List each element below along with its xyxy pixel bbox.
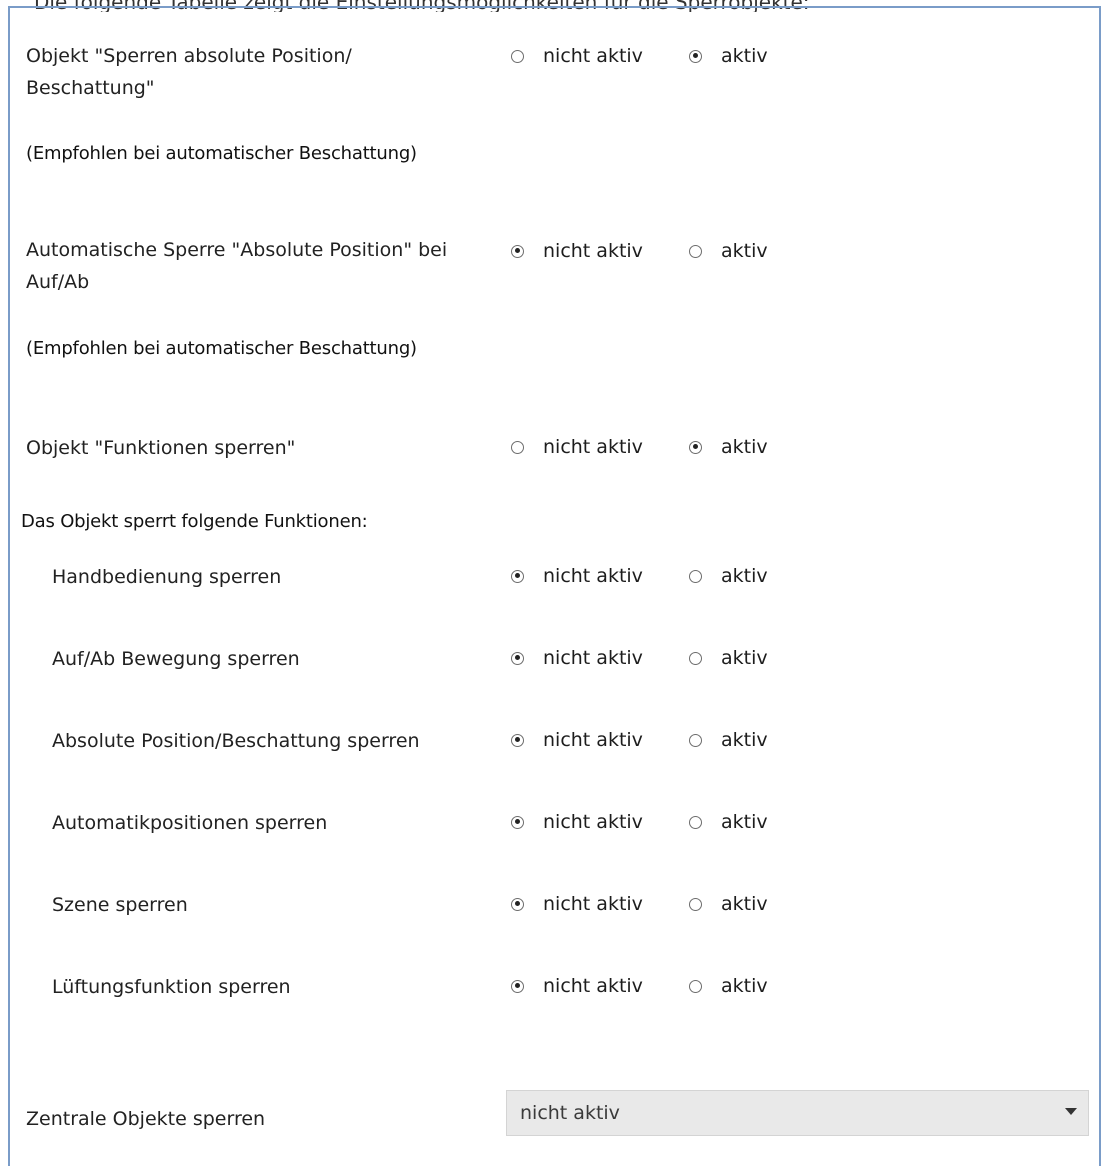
label-line-1: Automatische Sperre "Absolute Position" … — [26, 239, 448, 261]
recommendation-note-1: (Empfohlen bei automatischer Beschattung… — [26, 143, 417, 164]
radio-aktiv[interactable]: aktiv — [689, 975, 768, 997]
lock-item-radio-group: nicht aktiv aktiv — [511, 725, 768, 755]
radio-nicht-aktiv[interactable]: nicht aktiv — [511, 893, 689, 915]
radio-aktiv[interactable]: aktiv — [689, 565, 768, 587]
lock-item-radio-group: nicht aktiv aktiv — [511, 889, 768, 919]
radio-circle-icon — [689, 733, 702, 747]
radio-checked-icon — [511, 815, 524, 829]
radio-aktiv[interactable]: aktiv — [689, 647, 768, 669]
lock-item-label: Lüftungsfunktion sperren — [52, 976, 291, 998]
radio-aktiv[interactable]: aktiv — [689, 893, 768, 915]
radio-circle-icon — [689, 815, 702, 829]
radio-nicht-aktiv[interactable]: nicht aktiv — [511, 729, 689, 751]
lock-item-label: Auf/Ab Bewegung sperren — [52, 648, 300, 670]
lock-item-label: Absolute Position/Beschattung sperren — [52, 730, 420, 752]
lock-item-radio-group: nicht aktiv aktiv — [511, 643, 768, 673]
lock-item-radio-group: nicht aktiv aktiv — [511, 971, 768, 1001]
radio-checked-icon — [511, 244, 524, 258]
radio-aktiv[interactable]: aktiv — [689, 240, 768, 262]
radio-checked-icon — [511, 651, 524, 665]
radio-checked-icon — [511, 569, 524, 583]
radio-circle-icon — [689, 979, 702, 993]
radio-checked-icon — [689, 49, 702, 63]
dropdown-value: nicht aktiv — [520, 1102, 620, 1124]
radio-checked-icon — [511, 979, 524, 993]
radio-aktiv[interactable]: aktiv — [689, 729, 768, 751]
auto-lock-absolute-label: Automatische Sperre "Absolute Position" … — [26, 234, 447, 298]
central-objects-dropdown[interactable]: nicht aktiv — [506, 1090, 1089, 1136]
lock-item-label: Handbedienung sperren — [52, 566, 282, 588]
auto-lock-absolute-radio-group: nicht aktiv aktiv — [511, 236, 768, 266]
radio-circle-icon — [689, 569, 702, 583]
lock-item-label: Szene sperren — [52, 894, 188, 916]
lock-item-radio-group: nicht aktiv aktiv — [511, 807, 768, 837]
radio-checked-icon — [689, 440, 702, 454]
object-lock-position-radio-group: nicht aktiv aktiv — [511, 41, 768, 71]
radio-nicht-aktiv[interactable]: nicht aktiv — [511, 975, 689, 997]
radio-nicht-aktiv[interactable]: nicht aktiv — [511, 565, 689, 587]
label-line-1: Objekt "Sperren absolute Position/ — [26, 45, 352, 67]
radio-checked-icon — [511, 897, 524, 911]
radio-aktiv[interactable]: aktiv — [689, 436, 768, 458]
radio-circle-icon — [511, 49, 524, 63]
radio-nicht-aktiv[interactable]: nicht aktiv — [511, 647, 689, 669]
object-lock-functions-label: Objekt "Funktionen sperren" — [26, 437, 296, 459]
radio-circle-icon — [689, 244, 702, 258]
lock-item-radio-group: nicht aktiv aktiv — [511, 561, 768, 591]
lock-section-heading: Das Objekt sperrt folgende Funktionen: — [21, 511, 368, 532]
radio-nicht-aktiv[interactable]: nicht aktiv — [511, 811, 689, 833]
radio-checked-icon — [511, 733, 524, 747]
chevron-down-icon — [1065, 1108, 1077, 1115]
object-lock-position-label: Objekt "Sperren absolute Position/ Besch… — [26, 40, 352, 104]
radio-nicht-aktiv[interactable]: nicht aktiv — [511, 45, 689, 67]
radio-circle-icon — [689, 651, 702, 665]
radio-circle-icon — [689, 897, 702, 911]
radio-circle-icon — [511, 440, 524, 454]
central-objects-label: Zentrale Objekte sperren — [26, 1108, 266, 1130]
radio-aktiv[interactable]: aktiv — [689, 811, 768, 833]
radio-nicht-aktiv[interactable]: nicht aktiv — [511, 240, 689, 262]
recommendation-note-2: (Empfohlen bei automatischer Beschattung… — [26, 338, 417, 359]
label-line-2: Auf/Ab — [26, 271, 90, 293]
object-lock-functions-radio-group: nicht aktiv aktiv — [511, 432, 768, 462]
radio-aktiv[interactable]: aktiv — [689, 45, 768, 67]
radio-nicht-aktiv[interactable]: nicht aktiv — [511, 436, 689, 458]
lock-item-label: Automatikpositionen sperren — [52, 812, 328, 834]
label-line-2: Beschattung" — [26, 77, 155, 99]
